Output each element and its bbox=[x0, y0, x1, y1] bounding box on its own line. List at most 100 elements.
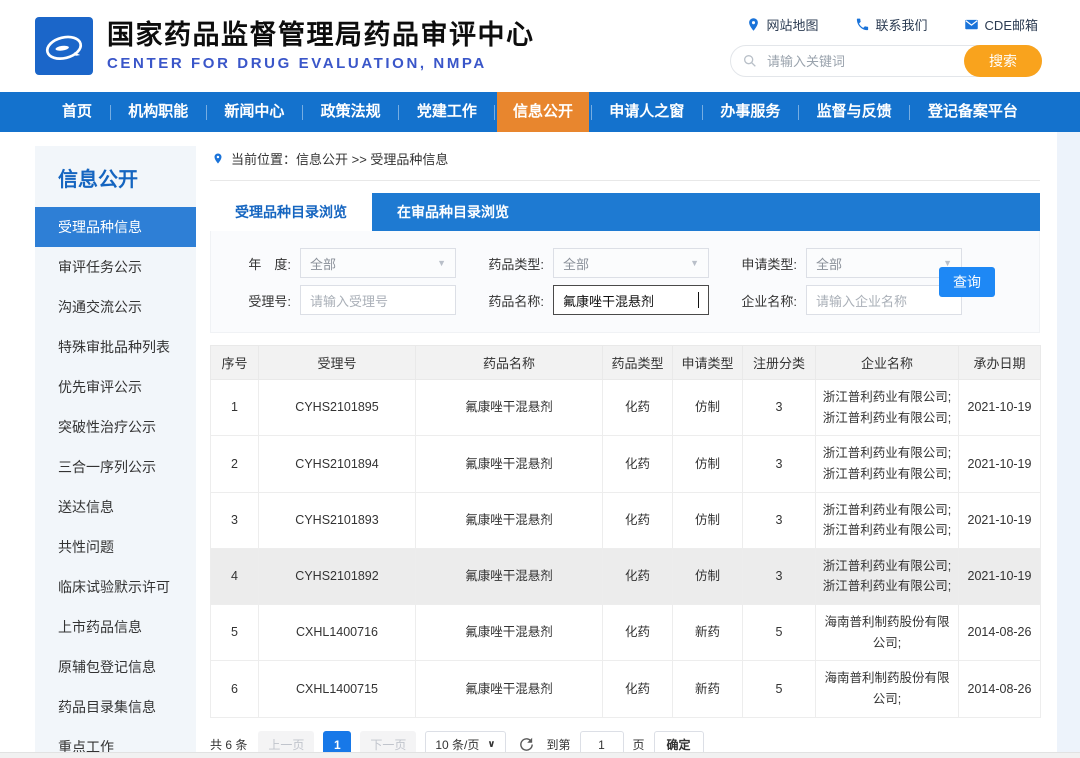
page-size-value: 10 条/页 bbox=[435, 738, 480, 752]
nav-item-信息公开[interactable]: 信息公开 bbox=[497, 92, 590, 132]
sidebar-title: 信息公开 bbox=[58, 169, 138, 191]
quicklink-CDE邮箱[interactable]: CDE邮箱 bbox=[964, 15, 1038, 34]
sidebar-item-特殊审批品种列表[interactable]: 特殊审批品种列表 bbox=[35, 327, 196, 367]
drug-name-input-value: 氟康唑干混悬剂 bbox=[563, 293, 655, 309]
table-cell: 浙江普利药业有限公司;浙江普利药业有限公司; bbox=[815, 491, 959, 549]
nav-item-办事服务[interactable]: 办事服务 bbox=[704, 92, 796, 132]
nav-item-新闻中心[interactable]: 新闻中心 bbox=[208, 92, 300, 132]
column-header-受理号: 受理号 bbox=[258, 345, 416, 380]
nav-divider bbox=[590, 104, 592, 120]
sidebar-item-重点工作[interactable]: 重点工作 bbox=[35, 727, 196, 752]
tab-在审品种目录浏览[interactable]: 在审品种目录浏览 bbox=[372, 193, 534, 231]
page-bottom-scrollbar[interactable] bbox=[0, 752, 1080, 758]
sidebar-item-三合一序列公示[interactable]: 三合一序列公示 bbox=[35, 447, 196, 487]
table-cell: 5 bbox=[210, 603, 259, 662]
column-header-企业名称: 企业名称 bbox=[815, 345, 959, 380]
tab-bar: 受理品种目录浏览 在审品种目录浏览 bbox=[210, 193, 1040, 231]
table-row-2[interactable]: 2 CYHS2101894 氟康唑干混悬剂 化药 仿制 3 浙江普利药业有限公司;浙江普利药… bbox=[210, 435, 1041, 493]
table-cell: 3 bbox=[210, 491, 259, 549]
nav-divider bbox=[302, 104, 304, 120]
sidebar-item-送达信息[interactable]: 送达信息 bbox=[35, 487, 196, 527]
refresh-icon[interactable] bbox=[518, 736, 535, 753]
drug-type-select-group: 药品类型: 全部 ▼ bbox=[478, 248, 709, 278]
filter-panel: 年 度: 全部 ▼ 药品类型: 全部 ▼ 申请类型: 全部 ▼ 受理号: 请输入受理号 药品名称: 氟康… bbox=[210, 231, 1040, 333]
drug-name-input[interactable]: 氟康唑干混悬剂 bbox=[553, 285, 709, 315]
year-select[interactable]: 全部 ▼ bbox=[300, 248, 456, 278]
tab-受理品种目录浏览[interactable]: 受理品种目录浏览 bbox=[210, 193, 372, 231]
table-cell: 海南普利制药股份有限公司; bbox=[815, 660, 959, 718]
nav-item-登记备案平台[interactable]: 登记备案平台 bbox=[912, 92, 1034, 132]
nav-item-政策法规[interactable]: 政策法规 bbox=[305, 92, 397, 132]
sidebar-item-共性问题[interactable]: 共性问题 bbox=[35, 527, 196, 567]
acceptance-no-input[interactable]: 请输入受理号 bbox=[300, 285, 456, 315]
table-row-5[interactable]: 5 CXHL1400716 氟康唑干混悬剂 化药 新药 5 海南普利制药股份有限公司; 201… bbox=[210, 603, 1041, 662]
table-row-4[interactable]: 4 CYHS2101892 氟康唑干混悬剂 化药 仿制 3 浙江普利药业有限公司;浙江普利药… bbox=[210, 547, 1041, 606]
company-name-input-label: 企业名称: bbox=[741, 293, 797, 309]
nav-item-机构职能[interactable]: 机构职能 bbox=[112, 92, 204, 132]
query-button[interactable]: 查询 bbox=[939, 266, 995, 297]
table-row-6[interactable]: 6 CXHL1400715 氟康唑干混悬剂 化药 新药 5 海南普利制药股份有限公司; 201… bbox=[210, 660, 1041, 718]
header-right: 网站地图 联系我们 CDE邮箱 搜索 bbox=[730, 15, 1042, 77]
main-nav: 首页 机构职能 新闻中心 政策法规 党建工作 信息公开 申请人之窗 办事服务 监督与反馈 登记备案… bbox=[0, 92, 1080, 132]
table-cell: 仿制 bbox=[672, 547, 743, 606]
nav-divider bbox=[109, 104, 111, 120]
year-select-label: 年 度: bbox=[248, 256, 291, 272]
sidebar-item-审评任务公示[interactable]: 审评任务公示 bbox=[35, 247, 196, 287]
site-search-bar: 搜索 bbox=[730, 45, 1042, 77]
sidebar-item-药品目录集信息[interactable]: 药品目录集信息 bbox=[35, 687, 196, 727]
nav-item-首页[interactable]: 首页 bbox=[46, 92, 108, 132]
company-name-input-value: 请输入企业名称 bbox=[816, 293, 908, 309]
table-cell: CYHS2101894 bbox=[258, 435, 416, 493]
sidebar-item-优先审评公示[interactable]: 优先审评公示 bbox=[35, 367, 196, 407]
table-cell: 化药 bbox=[602, 547, 673, 606]
nav-item-党建工作[interactable]: 党建工作 bbox=[401, 92, 493, 132]
nav-divider bbox=[798, 104, 800, 120]
table-cell: 4 bbox=[210, 547, 259, 606]
page-right-edge bbox=[1057, 132, 1080, 752]
breadcrumb: 当前位置：信息公开 >> 受理品种信息 bbox=[210, 146, 1040, 181]
sidebar-item-突破性治疗公示[interactable]: 突破性治疗公示 bbox=[35, 407, 196, 447]
table-row-1[interactable]: 1 CYHS2101895 氟康唑干混悬剂 化药 仿制 3 浙江普利药业有限公司;浙江普利药… bbox=[210, 378, 1041, 437]
nav-item-申请人之窗[interactable]: 申请人之窗 bbox=[593, 92, 700, 132]
table-cell: 3 bbox=[742, 378, 816, 437]
table-row-3[interactable]: 3 CYHS2101893 氟康唑干混悬剂 化药 仿制 3 浙江普利药业有限公司;浙江普利药… bbox=[210, 491, 1041, 549]
main-content: 当前位置：信息公开 >> 受理品种信息 受理品种目录浏览 在审品种目录浏览 年 度… bbox=[210, 146, 1041, 758]
table-cell: 化药 bbox=[602, 378, 673, 437]
table-cell: 2021-10-19 bbox=[958, 491, 1041, 549]
nav-item-监督与反馈[interactable]: 监督与反馈 bbox=[801, 92, 908, 132]
column-header-药品类型: 药品类型 bbox=[602, 345, 673, 380]
table-cell: 氟康唑干混悬剂 bbox=[415, 660, 603, 718]
table-cell: 5 bbox=[742, 660, 816, 718]
sidebar-item-沟通交流公示[interactable]: 沟通交流公示 bbox=[35, 287, 196, 327]
table-cell: 新药 bbox=[672, 603, 743, 662]
cde-logo[interactable] bbox=[35, 17, 93, 75]
site-search-button[interactable]: 搜索 bbox=[964, 45, 1042, 77]
quicklink-联系我们[interactable]: 联系我们 bbox=[855, 15, 928, 34]
nav-divider bbox=[701, 104, 703, 120]
sidebar-item-临床试验默示许可[interactable]: 临床试验默示许可 bbox=[35, 567, 196, 607]
page-body: 信息公开 受理品种信息 审评任务公示 沟通交流公示 特殊审批品种列表 优先审评公示 突破性… bbox=[0, 132, 1080, 758]
table-cell: 氟康唑干混悬剂 bbox=[415, 491, 603, 549]
total-count: 共 6 条 bbox=[210, 738, 248, 752]
drug-type-select[interactable]: 全部 ▼ bbox=[553, 248, 709, 278]
sidebar-item-原辅包登记信息[interactable]: 原辅包登记信息 bbox=[35, 647, 196, 687]
table-cell: 浙江普利药业有限公司;浙江普利药业有限公司; bbox=[815, 378, 959, 437]
table-header-row: 序号 受理号 药品名称 药品类型 申请类型 注册分类 企业名称 承办日期 bbox=[210, 345, 1041, 380]
quicklink-网站地图[interactable]: 网站地图 bbox=[746, 15, 819, 34]
results-table: 序号 受理号 药品名称 药品类型 申请类型 注册分类 企业名称 承办日期 1 CYHS21018… bbox=[210, 345, 1041, 718]
table-cell: 化药 bbox=[602, 435, 673, 493]
apply-type-select-label: 申请类型: bbox=[741, 256, 797, 272]
table-cell: 海南普利制药股份有限公司; bbox=[815, 603, 959, 662]
acceptance-no-input-value: 请输入受理号 bbox=[310, 293, 389, 309]
sidebar-items: 受理品种信息 审评任务公示 沟通交流公示 特殊审批品种列表 优先审评公示 突破性治疗公示三… bbox=[35, 207, 196, 752]
drug-name-input-label: 药品名称: bbox=[488, 293, 544, 309]
table-cell: 氟康唑干混悬剂 bbox=[415, 378, 603, 437]
chevron-down-icon: ▼ bbox=[437, 258, 446, 268]
sidebar-item-上市药品信息[interactable]: 上市药品信息 bbox=[35, 607, 196, 647]
nav-divider bbox=[494, 104, 496, 120]
sidebar-item-受理品种信息[interactable]: 受理品种信息 bbox=[35, 207, 196, 247]
year-select-value: 全部 bbox=[310, 256, 337, 272]
table-cell: 2021-10-19 bbox=[958, 547, 1041, 606]
company-name-input-group: 企业名称: 请输入企业名称 bbox=[731, 285, 962, 315]
table-cell: 6 bbox=[210, 660, 259, 718]
